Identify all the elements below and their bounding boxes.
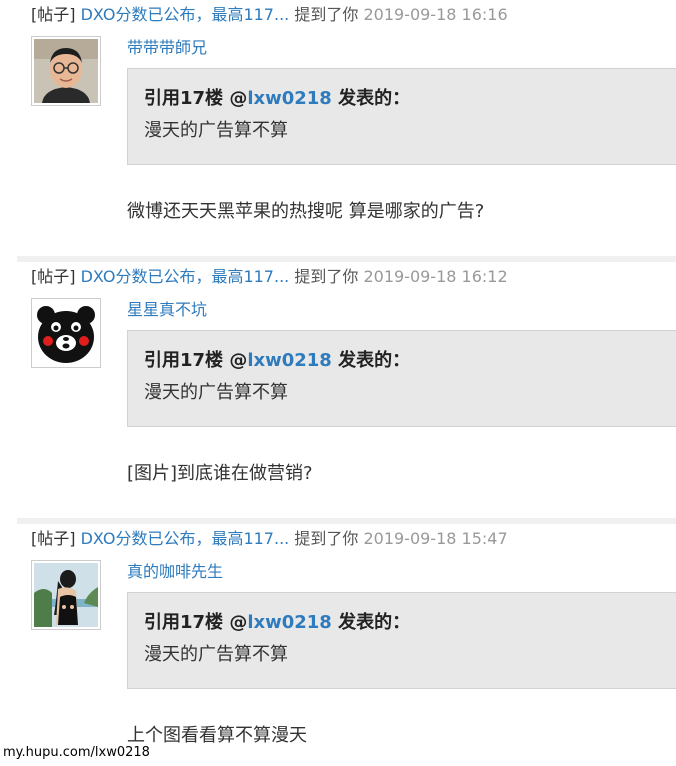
quote-title: 引用17楼 @lxw0218 发表的： [144, 612, 410, 634]
quote-title: 引用17楼 @lxw0218 发表的： [144, 350, 410, 372]
quote-body: 漫天的广告算不算 [144, 644, 288, 665]
reply-content: [图片]到底谁在做营销? [127, 463, 313, 484]
reply-content: 微博还天天黑苹果的热搜呢 算是哪家的广告? [127, 201, 485, 222]
post-title-link[interactable]: DXO分数已公布，最高117... [81, 529, 290, 548]
username-link[interactable]: 星星真不坑 [127, 300, 207, 320]
post-type-tag: [帖子] [31, 529, 76, 548]
timestamp: 2019-09-18 15:47 [363, 529, 508, 548]
mention-notification: [帖子] DXO分数已公布，最高117... 提到了你 2019-09-18 1… [17, 256, 676, 504]
quote-block: 引用17楼 @lxw0218 发表的： 漫天的广告算不算 [127, 592, 676, 689]
quote-suffix: 发表的： [331, 612, 411, 633]
timestamp: 2019-09-18 16:16 [363, 5, 508, 24]
timestamp: 2019-09-18 16:12 [363, 267, 508, 286]
quote-prefix: 引用17楼 @ [144, 350, 248, 371]
quote-block: 引用17楼 @lxw0218 发表的： 漫天的广告算不算 [127, 68, 676, 165]
notification-header: [帖子] DXO分数已公布，最高117... 提到了你 2019-09-18 1… [31, 5, 508, 25]
mention-text: 提到了你 [294, 267, 359, 286]
quote-suffix: 发表的： [331, 88, 411, 109]
notification-header: [帖子] DXO分数已公布，最高117... 提到了你 2019-09-18 1… [31, 267, 508, 287]
quote-user-link[interactable]: lxw0218 [247, 612, 332, 633]
post-title-link[interactable]: DXO分数已公布，最高117... [81, 267, 290, 286]
notification-header: [帖子] DXO分数已公布，最高117... 提到了你 2019-09-18 1… [31, 529, 508, 549]
mention-notification: [帖子] DXO分数已公布，最高117... 提到了你 2019-09-18 1… [17, 0, 676, 242]
username-link[interactable]: 带带带師兄 [127, 38, 207, 58]
username-link[interactable]: 真的咖啡先生 [127, 562, 223, 582]
avatar[interactable] [31, 560, 101, 630]
avatar-man-glasses-icon [34, 39, 98, 103]
avatar[interactable] [31, 36, 101, 106]
quote-user-link[interactable]: lxw0218 [247, 350, 332, 371]
quote-body: 漫天的广告算不算 [144, 120, 288, 141]
post-type-tag: [帖子] [31, 267, 76, 286]
quote-suffix: 发表的： [331, 350, 411, 371]
avatar-woman-swimsuit-icon [34, 563, 98, 627]
mention-text: 提到了你 [294, 5, 359, 24]
post-type-tag: [帖子] [31, 5, 76, 24]
quote-user-link[interactable]: lxw0218 [247, 88, 332, 109]
quote-body: 漫天的广告算不算 [144, 382, 288, 403]
quote-prefix: 引用17楼 @ [144, 612, 248, 633]
mention-notification: [帖子] DXO分数已公布，最高117... 提到了你 2019-09-18 1… [17, 518, 676, 766]
post-title-link[interactable]: DXO分数已公布，最高117... [81, 5, 290, 24]
avatar[interactable] [31, 298, 101, 368]
site-watermark: my.hupu.com/lxw0218 [3, 745, 150, 760]
quote-block: 引用17楼 @lxw0218 发表的： 漫天的广告算不算 [127, 330, 676, 427]
reply-content: 上个图看看算不算漫天 [127, 725, 307, 746]
quote-prefix: 引用17楼 @ [144, 88, 248, 109]
mention-text: 提到了你 [294, 529, 359, 548]
avatar-kumamon-icon [34, 301, 98, 365]
quote-title: 引用17楼 @lxw0218 发表的： [144, 88, 410, 110]
